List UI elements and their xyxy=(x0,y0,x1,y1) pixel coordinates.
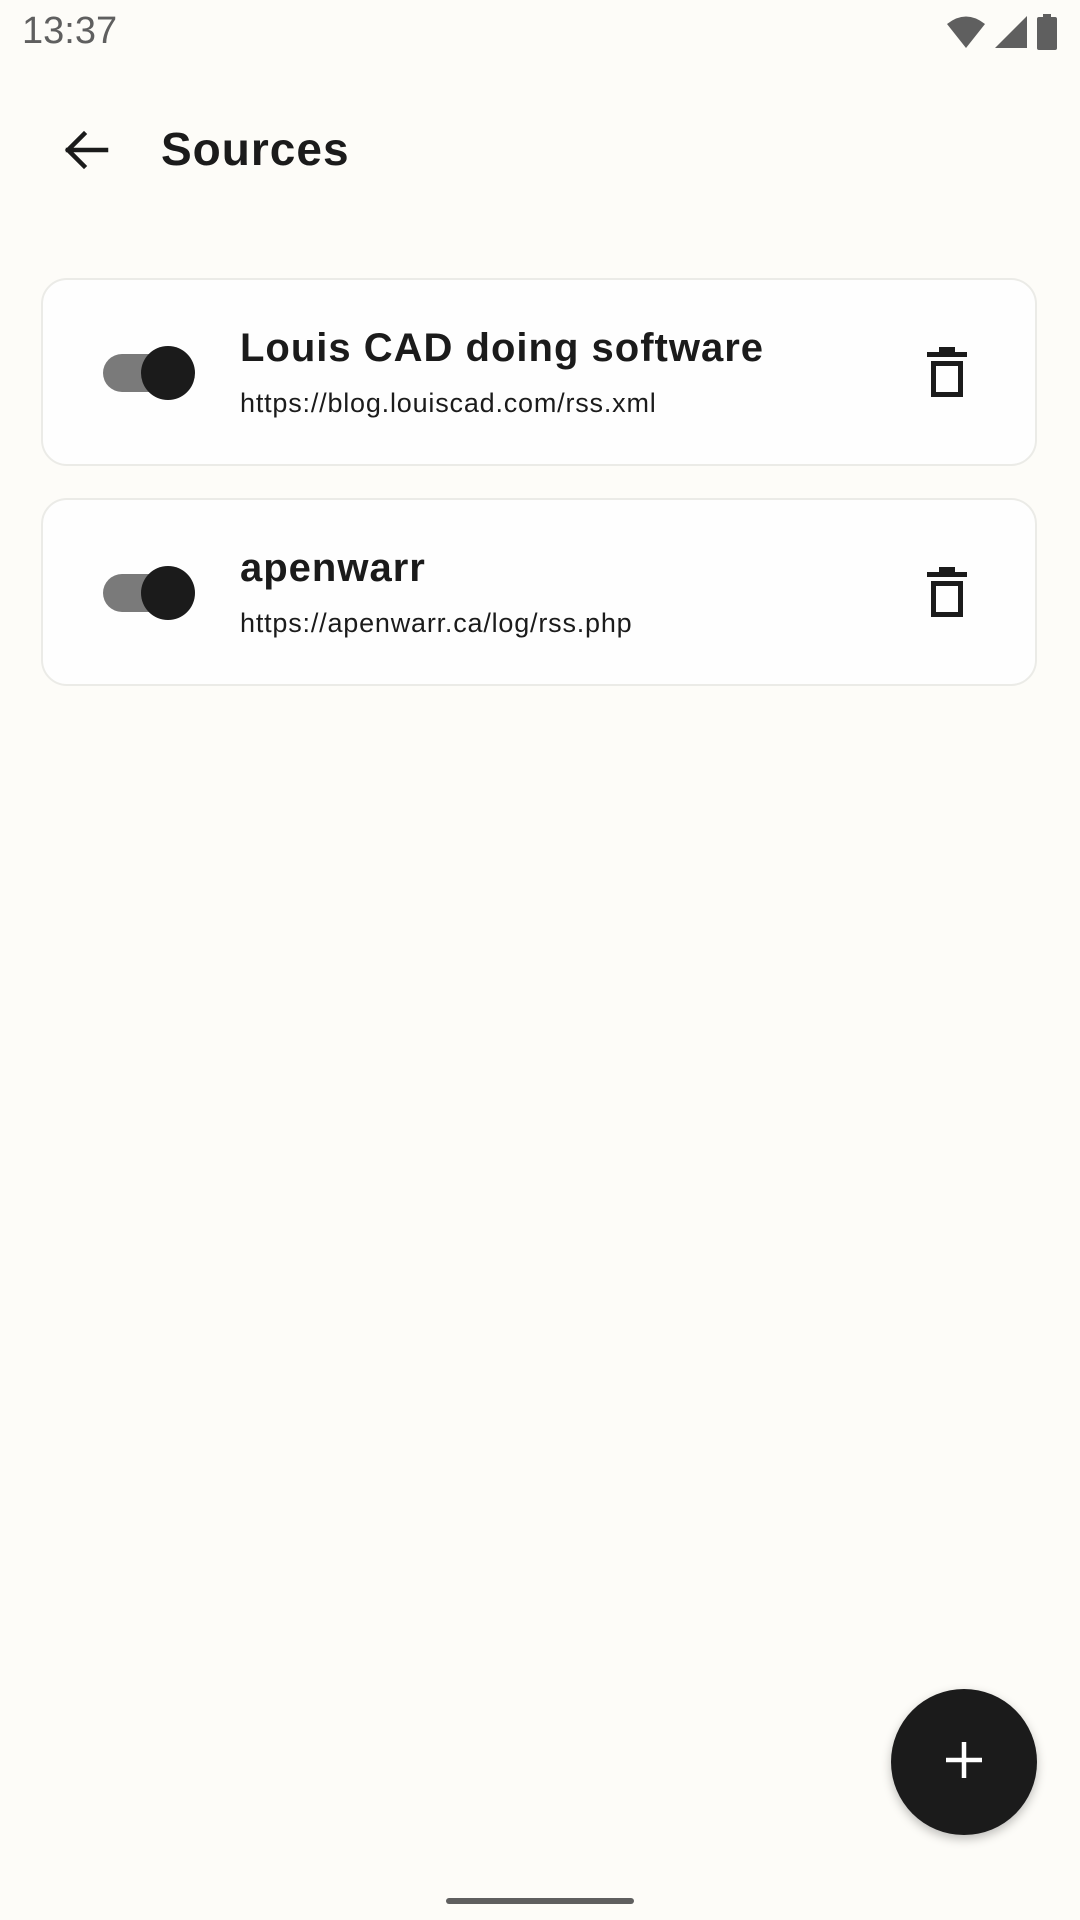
delete-source-button[interactable] xyxy=(897,324,997,424)
trash-icon xyxy=(927,346,967,402)
source-card: apenwarr https://apenwarr.ca/log/rss.php xyxy=(41,498,1037,686)
status-icons xyxy=(946,12,1058,52)
wifi-icon xyxy=(946,15,986,49)
sources-screen: 13:37 Sources Louis CAD doing software h… xyxy=(0,0,1080,1920)
delete-source-button[interactable] xyxy=(897,544,997,644)
source-name: Louis CAD doing software xyxy=(240,326,764,370)
battery-icon xyxy=(1036,14,1058,50)
cellular-signal-icon xyxy=(994,15,1028,49)
toggle-thumb xyxy=(141,346,195,400)
status-bar: 13:37 xyxy=(0,0,1080,64)
back-button[interactable] xyxy=(36,102,136,202)
source-list: Louis CAD doing software https://blog.lo… xyxy=(41,278,1039,718)
status-time: 13:37 xyxy=(22,10,118,52)
app-bar: Sources xyxy=(0,100,1080,204)
trash-icon xyxy=(927,566,967,622)
source-text: Louis CAD doing software https://blog.lo… xyxy=(240,324,920,420)
add-source-fab[interactable] xyxy=(891,1689,1037,1835)
source-url: https://blog.louiscad.com/rss.xml xyxy=(240,388,657,418)
source-card: Louis CAD doing software https://blog.lo… xyxy=(41,278,1037,466)
arrow-back-icon xyxy=(62,126,110,179)
source-enabled-toggle[interactable] xyxy=(103,346,197,402)
page-title: Sources xyxy=(161,123,350,175)
gesture-nav-bar[interactable] xyxy=(446,1898,634,1904)
source-text: apenwarr https://apenwarr.ca/log/rss.php xyxy=(240,544,920,640)
source-name: apenwarr xyxy=(240,546,426,590)
toggle-thumb xyxy=(141,566,195,620)
source-url: https://apenwarr.ca/log/rss.php xyxy=(240,608,633,638)
add-icon xyxy=(942,1738,986,1787)
source-enabled-toggle[interactable] xyxy=(103,566,197,622)
